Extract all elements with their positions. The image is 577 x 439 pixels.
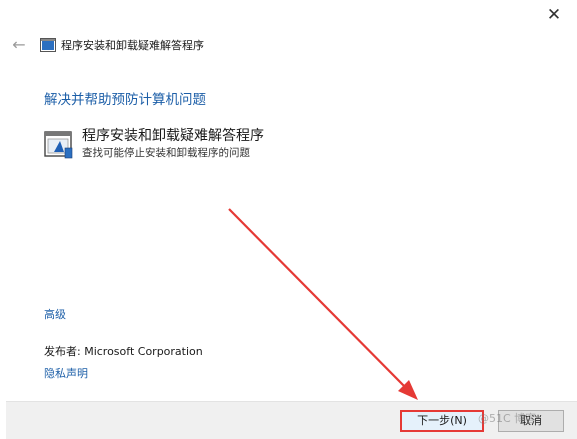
troubleshooter-icon: [40, 38, 56, 52]
troubleshooter-item: 程序安装和卸载疑难解答程序 查找可能停止安装和卸载程序的问题: [44, 126, 264, 160]
next-button[interactable]: 下一步(N): [400, 410, 484, 432]
publisher-label: 发布者:: [44, 345, 85, 358]
footer-bar: 下一步(N) 取消: [6, 401, 577, 439]
item-title: 程序安装和卸载疑难解答程序: [82, 128, 264, 144]
annotation-arrow-shaft: [228, 208, 411, 393]
annotation-arrow-head: [398, 380, 418, 400]
close-icon: ✕: [546, 5, 562, 25]
publisher-name: Microsoft Corporation: [84, 345, 203, 358]
publisher-info: 发布者: Microsoft Corporation: [44, 343, 203, 359]
advanced-link[interactable]: 高级: [44, 306, 66, 322]
item-description: 查找可能停止安装和卸载程序的问题: [82, 147, 250, 159]
back-arrow-icon: ←: [12, 35, 26, 54]
close-button[interactable]: ✕: [541, 4, 567, 26]
cancel-button[interactable]: 取消: [498, 410, 564, 432]
program-troubleshooter-icon: [44, 131, 73, 159]
troubleshooter-window: ✕ ← 程序安装和卸载疑难解答程序 解决并帮助预防计算机问题 程序安装和卸载疑难…: [0, 0, 577, 439]
item-text: 程序安装和卸载疑难解答程序 查找可能停止安装和卸载程序的问题: [82, 126, 264, 160]
page-heading: 解决并帮助预防计算机问题: [44, 92, 206, 108]
privacy-statement-link[interactable]: 隐私声明: [44, 365, 88, 381]
title-bar: ← 程序安装和卸载疑难解答程序: [10, 34, 204, 56]
window-title: 程序安装和卸载疑难解答程序: [61, 39, 204, 52]
back-button[interactable]: ←: [10, 36, 28, 54]
